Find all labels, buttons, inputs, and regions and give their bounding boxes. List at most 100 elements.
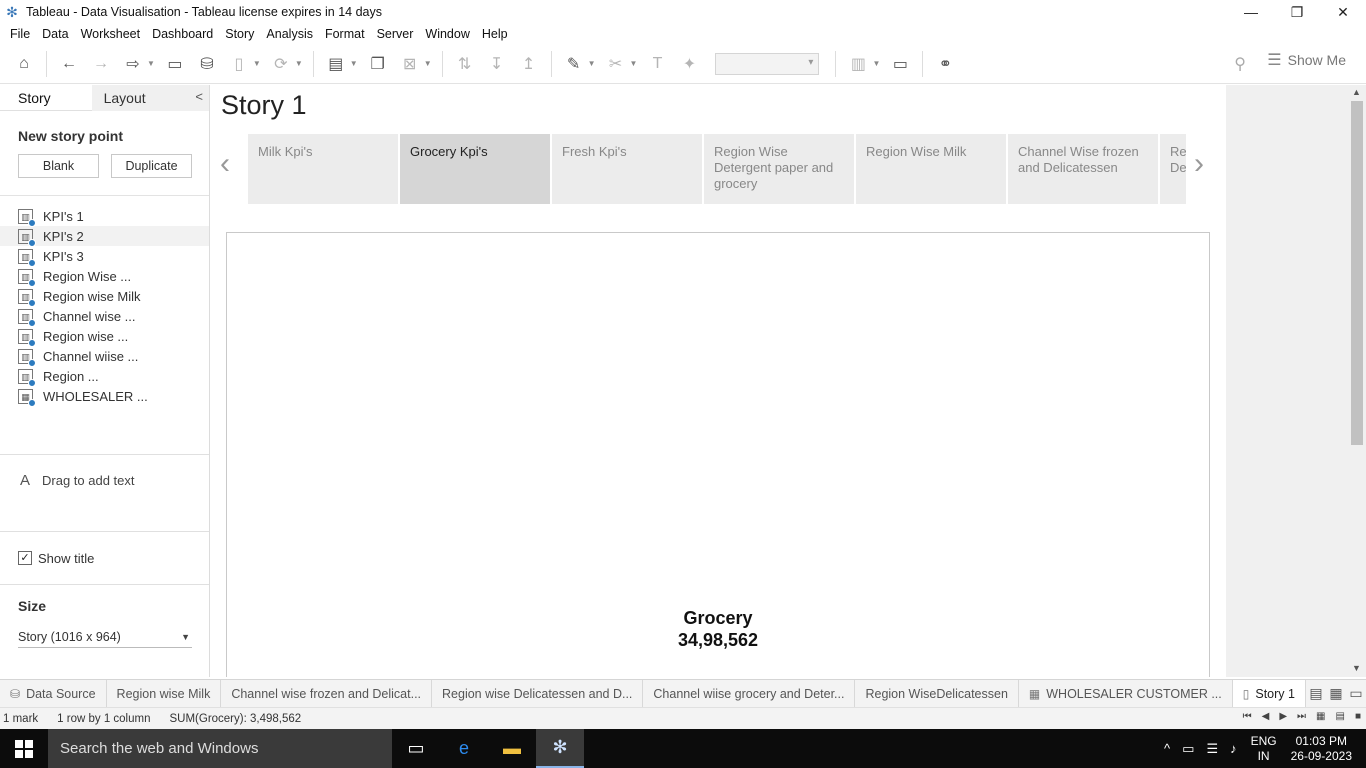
tab-sheet[interactable]: Region wise Milk <box>107 679 222 708</box>
sheet-item[interactable]: ▥ KPI's 3 <box>0 246 209 267</box>
sort-ascending-icon[interactable]: ↧ <box>485 50 509 78</box>
fit-select[interactable] <box>715 52 820 75</box>
scroll-down-icon[interactable]: ▼ <box>1352 663 1361 673</box>
story-content-frame[interactable]: Grocery 34,98,562 <box>226 232 1210 677</box>
show-me-button[interactable]: ☰ Show Me <box>1267 50 1346 70</box>
share-icon[interactable]: ⚭ <box>933 50 957 78</box>
clear-sheet-icon[interactable]: ⊠ <box>398 50 422 78</box>
tab-dashboard[interactable]: ▦ WHOLESALER CUSTOMER ... <box>1019 679 1233 708</box>
notification-icon[interactable]: ☰ <box>1206 741 1218 757</box>
next-story-point-icon[interactable]: › <box>1194 147 1204 181</box>
menu-format[interactable]: Format <box>319 27 371 41</box>
tab-sheet[interactable]: Region wise Delicatessen and D... <box>432 679 644 708</box>
show-cards-icon[interactable]: ▥ <box>846 50 870 78</box>
tab-sheet[interactable]: Channel wiise grocery and Deter... <box>643 679 856 708</box>
taskbar-search[interactable]: Search the web and Windows <box>48 729 392 768</box>
last-sheet-icon[interactable]: ⏭ <box>1297 711 1306 722</box>
first-sheet-icon[interactable]: ⏮ <box>1243 711 1252 722</box>
menu-data[interactable]: Data <box>36 27 74 41</box>
chevron-down-icon[interactable]: ▼ <box>424 59 432 68</box>
menu-dashboard[interactable]: Dashboard <box>146 27 219 41</box>
sheet-item[interactable]: ▥ Region wise Milk <box>0 286 209 307</box>
start-button[interactable] <box>0 729 48 768</box>
story-point-active[interactable]: Grocery Kpi's <box>400 134 550 204</box>
story-point[interactable]: Region Wise Milk <box>856 134 1006 204</box>
file-explorer-icon[interactable]: ▬ <box>488 729 536 768</box>
label-icon[interactable]: T <box>645 50 669 78</box>
menu-window[interactable]: Window <box>419 27 475 41</box>
clock[interactable]: 01:03 PM 26-09-2023 <box>1291 734 1352 764</box>
format-painter-icon[interactable]: ⚲ <box>1234 54 1246 74</box>
replay-icon[interactable]: ⇨ <box>121 50 145 78</box>
story-point[interactable]: Region Wise Detergent paper and grocery <box>704 134 854 204</box>
tab-story-active[interactable]: ▯ Story 1 <box>1232 679 1306 708</box>
chevron-down-icon[interactable]: ▼ <box>588 59 596 68</box>
redo-icon[interactable]: → <box>89 50 113 78</box>
menu-analysis[interactable]: Analysis <box>260 27 319 41</box>
previous-sheet-icon[interactable]: ◀ <box>1262 711 1270 722</box>
home-icon[interactable]: ⌂ <box>12 50 36 78</box>
volume-icon[interactable]: ♪ <box>1230 741 1237 756</box>
undo-icon[interactable]: ← <box>57 50 81 78</box>
story-point[interactable]: Milk Kpi's <box>248 134 398 204</box>
tab-sheet[interactable]: Region WiseDelicatessen <box>855 679 1019 708</box>
presentation-mode-icon[interactable]: ▭ <box>888 50 912 78</box>
new-story-icon[interactable]: ▭ <box>1346 680 1366 708</box>
chevron-down-icon[interactable]: ▼ <box>295 59 303 68</box>
story-point[interactable]: Channel Wise frozen and Delicatessen <box>1008 134 1158 204</box>
new-worksheet-icon[interactable]: ▤ <box>1306 680 1326 708</box>
sheet-item[interactable]: ▥ Channel wise ... <box>0 306 209 327</box>
pin-icon[interactable]: ✦ <box>677 50 701 78</box>
duplicate-sheet-icon[interactable]: ❐ <box>366 50 390 78</box>
next-sheet-icon[interactable]: ▶ <box>1279 711 1287 722</box>
task-view-icon[interactable]: ▭ <box>392 729 440 768</box>
show-filmstrip-icon[interactable]: ▦ <box>1316 711 1325 722</box>
tab-story[interactable]: Story <box>0 85 92 111</box>
edge-browser-icon[interactable]: e <box>440 729 488 768</box>
chevron-down-icon[interactable]: ▼ <box>350 59 358 68</box>
story-point[interactable]: Fresh Kpi's <box>552 134 702 204</box>
menu-worksheet[interactable]: Worksheet <box>75 27 147 41</box>
highlight-icon[interactable]: ✎ <box>562 50 586 78</box>
chevron-down-icon[interactable]: ▼ <box>147 59 155 68</box>
scrollbar-thumb[interactable] <box>1351 101 1363 445</box>
swap-icon[interactable]: ⇅ <box>453 50 477 78</box>
scroll-up-icon[interactable]: ▲ <box>1352 87 1361 97</box>
menu-story[interactable]: Story <box>219 27 260 41</box>
input-language[interactable]: ENG IN <box>1251 734 1277 764</box>
sheet-item[interactable]: ▥ KPI's 2 <box>0 226 209 247</box>
menu-help[interactable]: Help <box>476 27 514 41</box>
show-sheet-sorter-icon[interactable]: ▤ <box>1336 711 1345 722</box>
chevron-up-icon[interactable]: ^ <box>1164 741 1170 756</box>
blank-button[interactable]: Blank <box>18 154 99 178</box>
chevron-down-icon[interactable]: ▼ <box>630 59 638 68</box>
menu-file[interactable]: File <box>4 27 36 41</box>
group-icon[interactable]: ✂ <box>604 50 628 78</box>
sheet-item[interactable]: ▥ KPI's 1 <box>0 206 209 227</box>
story-point[interactable]: Region Wise Detergent and Del... <box>1160 134 1186 204</box>
new-worksheet-icon[interactable]: ▤ <box>324 50 348 78</box>
new-data-source-icon[interactable]: ⛁ <box>195 50 219 78</box>
paste-icon[interactable]: ▯ <box>227 50 251 78</box>
sheet-item[interactable]: ▥ Channel wiise ... <box>0 346 209 367</box>
refresh-icon[interactable]: ⟳ <box>269 50 293 78</box>
duplicate-button[interactable]: Duplicate <box>111 154 192 178</box>
save-icon[interactable]: ▭ <box>163 50 187 78</box>
close-button[interactable]: ✕ <box>1320 0 1366 24</box>
sort-descending-icon[interactable]: ↥ <box>517 50 541 78</box>
chevron-down-icon[interactable]: ▼ <box>253 59 261 68</box>
previous-story-point-icon[interactable]: ‹ <box>220 147 230 181</box>
sheet-item[interactable]: ▥ Region ... <box>0 366 209 387</box>
restore-button[interactable]: ❐ <box>1274 0 1320 24</box>
show-title-checkbox[interactable]: ✓ <box>18 551 32 565</box>
new-dashboard-icon[interactable]: ▦ <box>1326 680 1346 708</box>
story-title[interactable]: Story 1 <box>221 90 307 121</box>
drag-to-add-text[interactable]: A Drag to add text <box>0 455 209 489</box>
battery-icon[interactable]: ▭ <box>1182 741 1194 757</box>
vertical-scrollbar[interactable]: ▲ ▼ <box>1348 85 1366 677</box>
tableau-app-icon[interactable]: ✻ <box>536 729 584 768</box>
tab-data-source[interactable]: ⛁ Data Source <box>0 679 107 708</box>
collapse-panel-icon[interactable]: < <box>195 89 203 104</box>
show-tabs-icon[interactable]: ■ <box>1355 711 1361 722</box>
sheet-item[interactable]: ▥ Region wise ... <box>0 326 209 347</box>
